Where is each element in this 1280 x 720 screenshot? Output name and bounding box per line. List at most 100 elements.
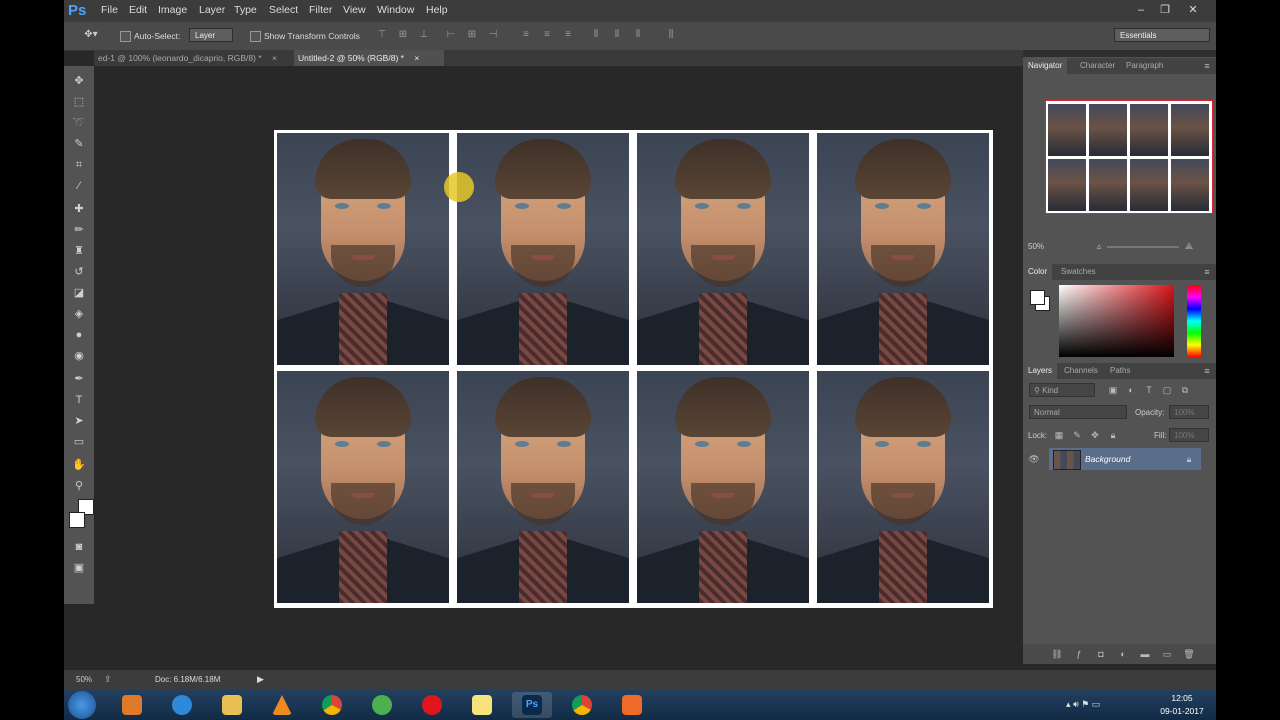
distribute-bottom-icon[interactable]: ≡ [562,29,574,41]
taskbar-chrome-1[interactable] [312,692,352,718]
taskbar-recorder[interactable] [612,692,652,718]
fill-input[interactable]: 100% [1169,428,1209,442]
auto-align-icon[interactable]: ⫼ [665,29,677,41]
align-hcenter-icon[interactable]: ⊞ [466,29,478,41]
history-brush-tool-icon[interactable]: ↺ [72,265,86,279]
tab-color[interactable]: Color [1023,264,1053,280]
menu-window[interactable]: Window [377,4,414,16]
show-transform-checkbox[interactable] [250,31,261,42]
clock-time[interactable]: 12:05 [1160,693,1204,703]
distribute-left-icon[interactable]: ⫴ [590,29,602,41]
screen-mode-icon[interactable]: ▣ [72,561,86,575]
filter-shape-icon[interactable]: ▢ [1161,384,1173,396]
align-vcenter-icon[interactable]: ⊞ [397,29,409,41]
menu-layer[interactable]: Layer [199,4,225,16]
new-layer-icon[interactable]: ▭ [1161,648,1173,660]
zoom-out-icon[interactable]: ▵ [1093,240,1105,252]
brush-tool-icon[interactable]: ✏ [72,223,86,237]
distribute-vcenter-icon[interactable]: ≡ [541,29,553,41]
taskbar-chrome-2[interactable] [562,692,602,718]
close-button[interactable]: ✕ [1182,2,1204,18]
taskbar-internet-explorer[interactable] [162,692,202,718]
tab-paths[interactable]: Paths [1105,363,1135,379]
auto-select-dropdown[interactable]: Layer [189,28,233,42]
lasso-tool-icon[interactable]: ➰ [72,116,86,130]
zoom-in-icon[interactable]: ⟁ [1183,240,1195,252]
lock-all-icon[interactable]: 🔒︎ [1107,429,1119,441]
menu-view[interactable]: View [343,4,366,16]
tray-icons[interactable]: ▴ 🔊︎ ⚑ ▭ [1066,699,1100,710]
menu-edit[interactable]: Edit [129,4,147,16]
tab-channels[interactable]: Channels [1059,363,1103,379]
menu-image[interactable]: Image [158,4,187,16]
tab-document-1[interactable]: ed-1 @ 100% (leonardo_dicaprio, RGB/8) *… [94,50,290,66]
taskbar-media-player[interactable] [112,692,152,718]
taskbar-photoshop[interactable]: Ps [512,692,552,718]
pen-tool-icon[interactable]: ✒ [72,372,86,386]
hand-tool-icon[interactable]: ✋ [72,458,86,472]
layer-kind-filter[interactable]: ⚲ Kind [1029,383,1095,397]
link-layers-icon[interactable]: ⛓ [1051,648,1063,660]
tab-document-2[interactable]: Untitled-2 @ 50% (RGB/8) * × [294,50,444,66]
align-right-icon[interactable]: ⊣ [487,29,499,41]
new-group-icon[interactable]: ▬ [1139,648,1151,660]
tab-character[interactable]: Character [1075,58,1120,74]
lock-transparent-icon[interactable]: ▦ [1053,429,1065,441]
layer-style-icon[interactable]: ƒ [1073,648,1085,660]
navigator-zoom-value[interactable]: 50% [1028,242,1044,251]
navigator-thumbnail[interactable] [1045,100,1213,214]
distribute-top-icon[interactable]: ≡ [520,29,532,41]
path-selection-tool-icon[interactable]: ➤ [72,414,86,428]
taskbar-sticky-notes[interactable] [462,692,502,718]
hue-slider[interactable] [1187,285,1201,357]
align-left-icon[interactable]: ⊢ [445,29,457,41]
filter-smart-object-icon[interactable]: ⧉ [1179,384,1191,396]
marquee-tool-icon[interactable]: ⬚ [72,95,86,109]
blend-mode-dropdown[interactable]: Normal [1029,405,1127,419]
opacity-input[interactable]: 100% [1169,405,1209,419]
new-adjustment-icon[interactable]: ◐ [1117,648,1129,660]
workspace-dropdown[interactable]: Essentials [1114,28,1210,42]
healing-brush-tool-icon[interactable]: ✚ [72,202,86,216]
color-panel-foreground-swatch[interactable] [1030,290,1045,305]
delete-layer-icon[interactable]: 🗑︎ [1183,648,1195,660]
document-canvas-area[interactable] [94,66,1021,670]
tab-layers[interactable]: Layers [1023,363,1058,379]
auto-select-checkbox[interactable] [120,31,131,42]
filter-adjustment-icon[interactable]: ◐ [1125,384,1137,396]
taskbar-green-app[interactable] [362,692,402,718]
paint-bucket-tool-icon[interactable]: ◈ [72,307,86,321]
lock-pixels-icon[interactable]: ✎ [1071,429,1083,441]
restore-button[interactable]: ❐ [1154,2,1176,18]
menu-select[interactable]: Select [269,4,298,16]
taskbar-file-explorer[interactable] [212,692,252,718]
move-tool-preset-icon[interactable]: ✥▾ [81,29,101,41]
type-tool-icon[interactable]: T [72,393,86,407]
add-mask-icon[interactable]: ◘ [1095,648,1107,660]
status-zoom[interactable]: 50% [76,675,92,684]
clock-date[interactable]: 09-01-2017 [1156,706,1208,716]
lock-position-icon[interactable]: ✥ [1089,429,1101,441]
move-tool-icon[interactable]: ✥ [72,74,86,88]
passport-photo-canvas[interactable] [274,130,993,608]
foreground-color-swatch[interactable] [69,512,85,528]
export-icon[interactable]: ⇪ [104,674,112,685]
layer-row-background[interactable]: 👁︎ Background 🔒︎ [1023,448,1216,470]
eyedropper-tool-icon[interactable]: ⁄ [72,179,86,193]
rectangle-tool-icon[interactable]: ▭ [72,435,86,449]
zoom-slider[interactable] [1107,246,1179,248]
blur-tool-icon[interactable]: ● [72,328,86,342]
taskbar-vlc[interactable] [262,692,302,718]
clone-stamp-tool-icon[interactable]: ♜ [72,244,86,258]
filter-type-icon[interactable]: T [1143,384,1155,396]
menu-type[interactable]: Type [234,4,257,16]
menu-file[interactable]: File [101,4,118,16]
tab-close-icon[interactable]: × [414,53,419,63]
color-picker-field[interactable] [1059,285,1174,357]
menu-help[interactable]: Help [426,4,448,16]
quick-mask-icon[interactable]: ◙ [72,540,86,554]
panel-menu-icon[interactable]: ≡ [1201,363,1213,379]
status-menu-arrow-icon[interactable]: ▶ [257,674,264,685]
panel-menu-icon[interactable]: ≡ [1201,58,1213,74]
eraser-tool-icon[interactable]: ◪ [72,286,86,300]
